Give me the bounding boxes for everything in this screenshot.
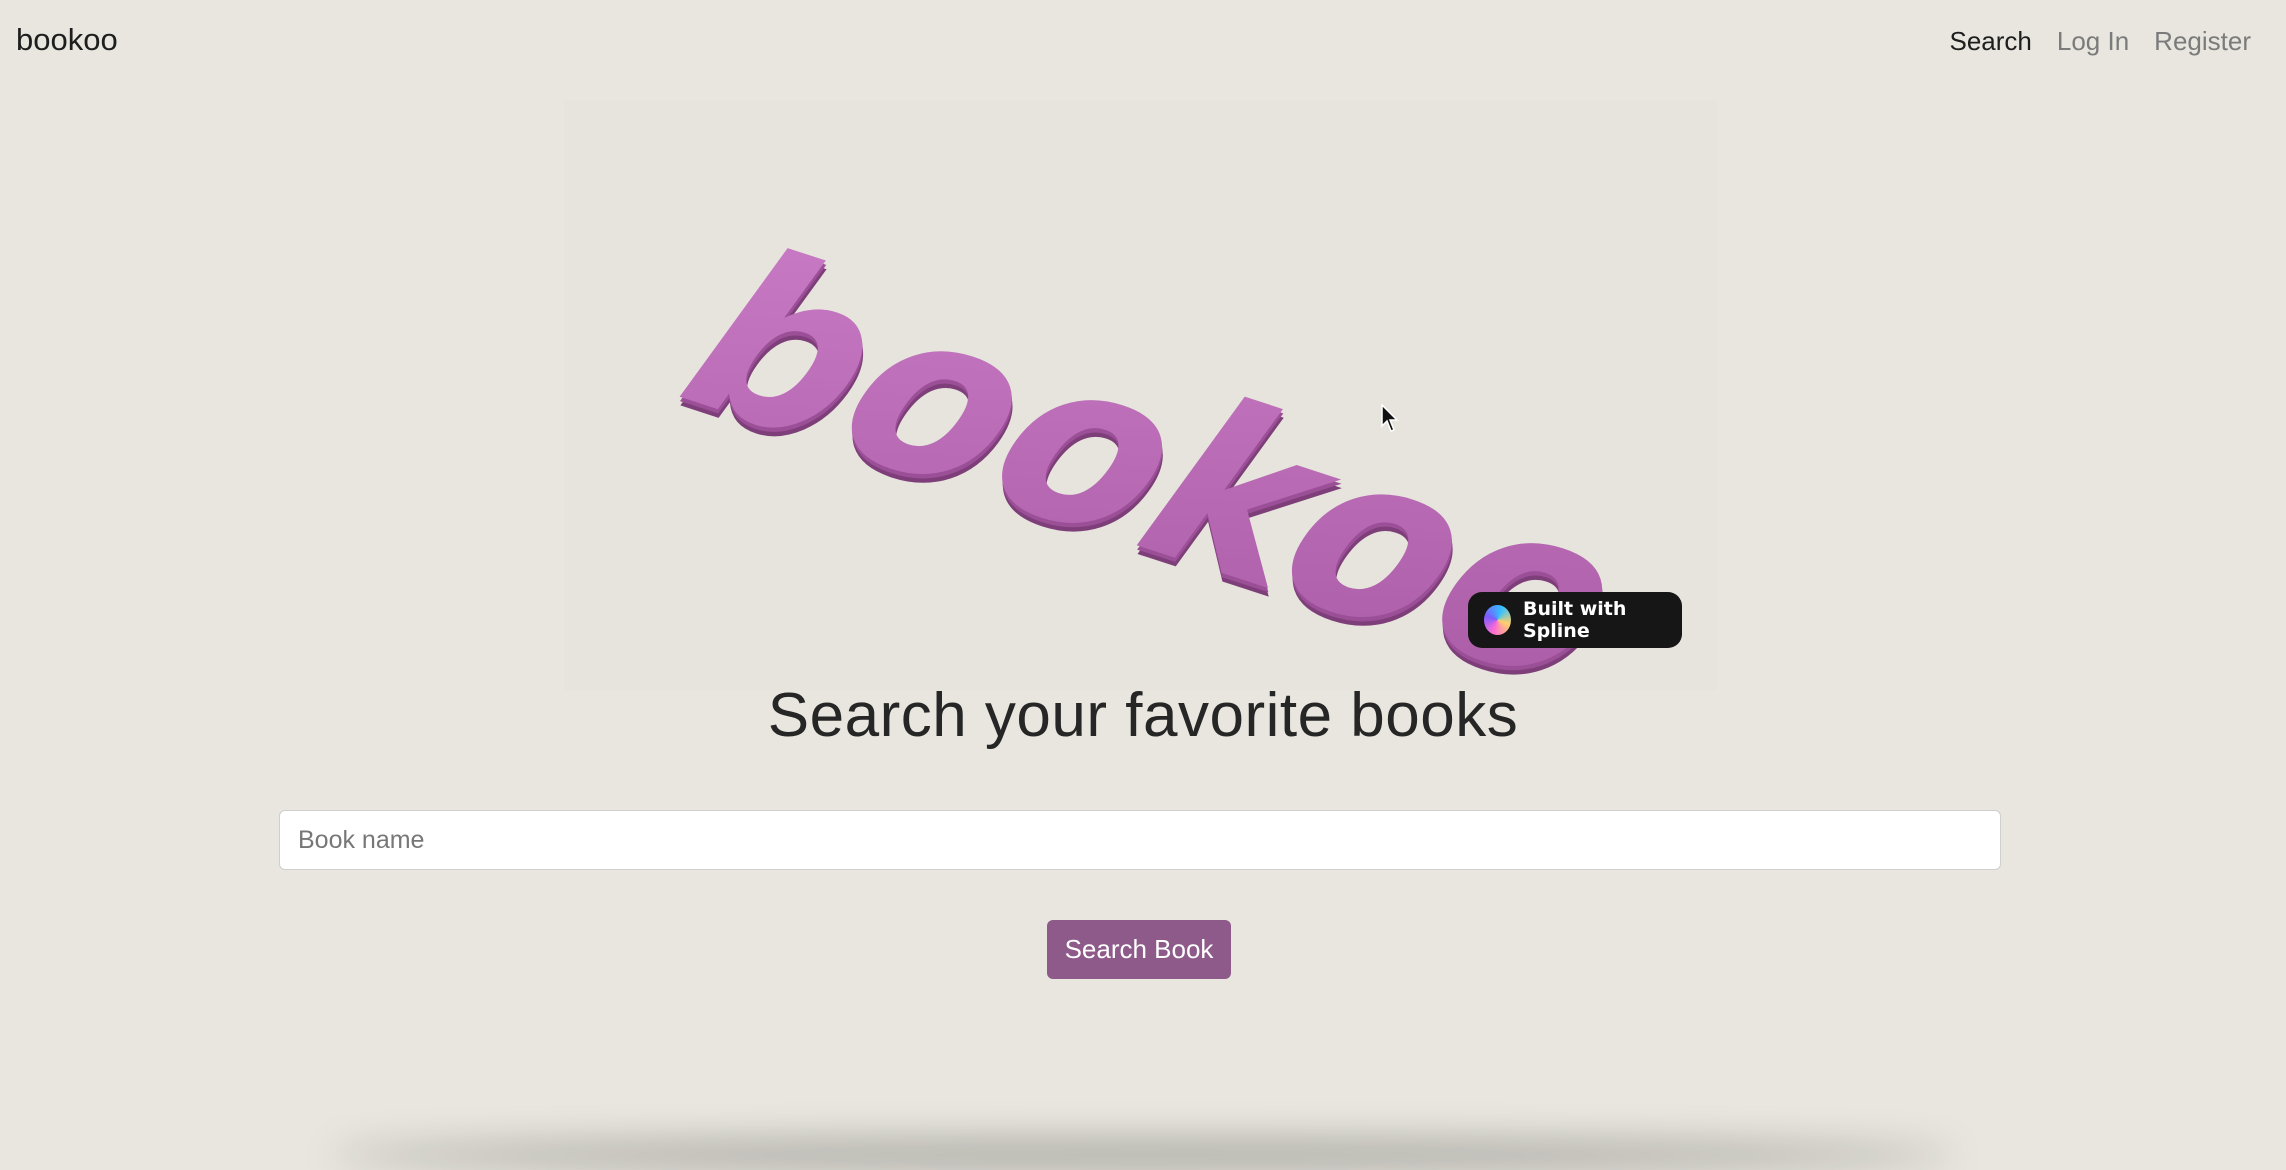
nav-link-register[interactable]: Register: [2154, 26, 2251, 57]
nav-links: Search Log In Register: [1949, 26, 2251, 57]
search-book-button[interactable]: Search Book: [1047, 920, 1231, 979]
built-with-spline-badge[interactable]: Built with Spline: [1468, 592, 1682, 648]
navbar: bookoo Search Log In Register: [0, 0, 2286, 86]
spline-badge-label: Built with Spline: [1522, 598, 1627, 642]
spline-3d-scene[interactable]: bookoo bookoo bookoo Built with Spline: [564, 100, 1717, 690]
mouse-cursor-icon: [1381, 404, 1399, 432]
nav-link-search[interactable]: Search: [1949, 26, 2031, 57]
nav-link-log-in[interactable]: Log In: [2057, 26, 2129, 57]
brand-logo[interactable]: bookoo: [16, 22, 118, 58]
page-heading: Search your favorite books: [767, 681, 1519, 750]
spline-logo-icon: [1484, 605, 1511, 635]
bottom-shadow-divider: [330, 1140, 1956, 1170]
book-name-search-input[interactable]: [279, 810, 2001, 870]
